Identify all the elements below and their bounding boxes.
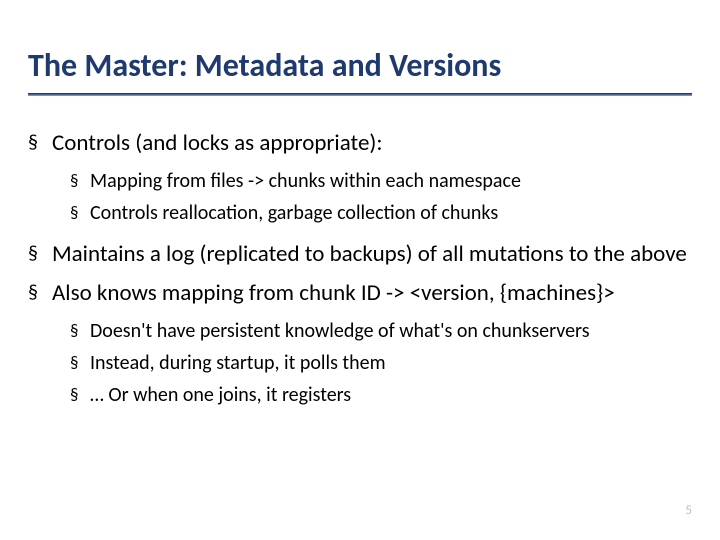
sub-bullet-item: Instead, during startup, it polls them [52, 349, 692, 377]
slide-title: The Master: Metadata and Versions [28, 48, 692, 89]
page-number: 5 [685, 503, 692, 518]
bullet-text: Maintains a log (replicated to backups) … [52, 240, 687, 268]
bullet-item: Controls (and locks as appropriate): Map… [28, 128, 692, 227]
sub-bullet-list: Mapping from files -> chunks within each… [52, 167, 692, 227]
bullet-item: Maintains a log (replicated to backups) … [28, 239, 692, 270]
sub-bullet-text: … Or when one joins, it registers [90, 383, 351, 407]
sub-bullet-item: Doesn't have persistent knowledge of wha… [52, 317, 692, 345]
title-underline [28, 93, 692, 96]
bullet-list: Controls (and locks as appropriate): Map… [28, 128, 692, 409]
sub-bullet-item: … Or when one joins, it registers [52, 381, 692, 409]
slide: The Master: Metadata and Versions Contro… [0, 0, 720, 540]
sub-bullet-text: Mapping from files -> chunks within each… [90, 169, 521, 193]
sub-bullet-text: Doesn't have persistent knowledge of wha… [90, 319, 590, 343]
sub-bullet-text: Controls reallocation, garbage collectio… [90, 201, 498, 225]
sub-bullet-text: Instead, during startup, it polls them [90, 351, 386, 375]
bullet-text: Also knows mapping from chunk ID -> <ver… [52, 279, 615, 307]
sub-bullet-item: Mapping from files -> chunks within each… [52, 167, 692, 195]
sub-bullet-list: Doesn't have persistent knowledge of wha… [52, 317, 692, 409]
bullet-item: Also knows mapping from chunk ID -> <ver… [28, 278, 692, 409]
bullet-text: Controls (and locks as appropriate): [52, 129, 383, 157]
sub-bullet-item: Controls reallocation, garbage collectio… [52, 199, 692, 227]
